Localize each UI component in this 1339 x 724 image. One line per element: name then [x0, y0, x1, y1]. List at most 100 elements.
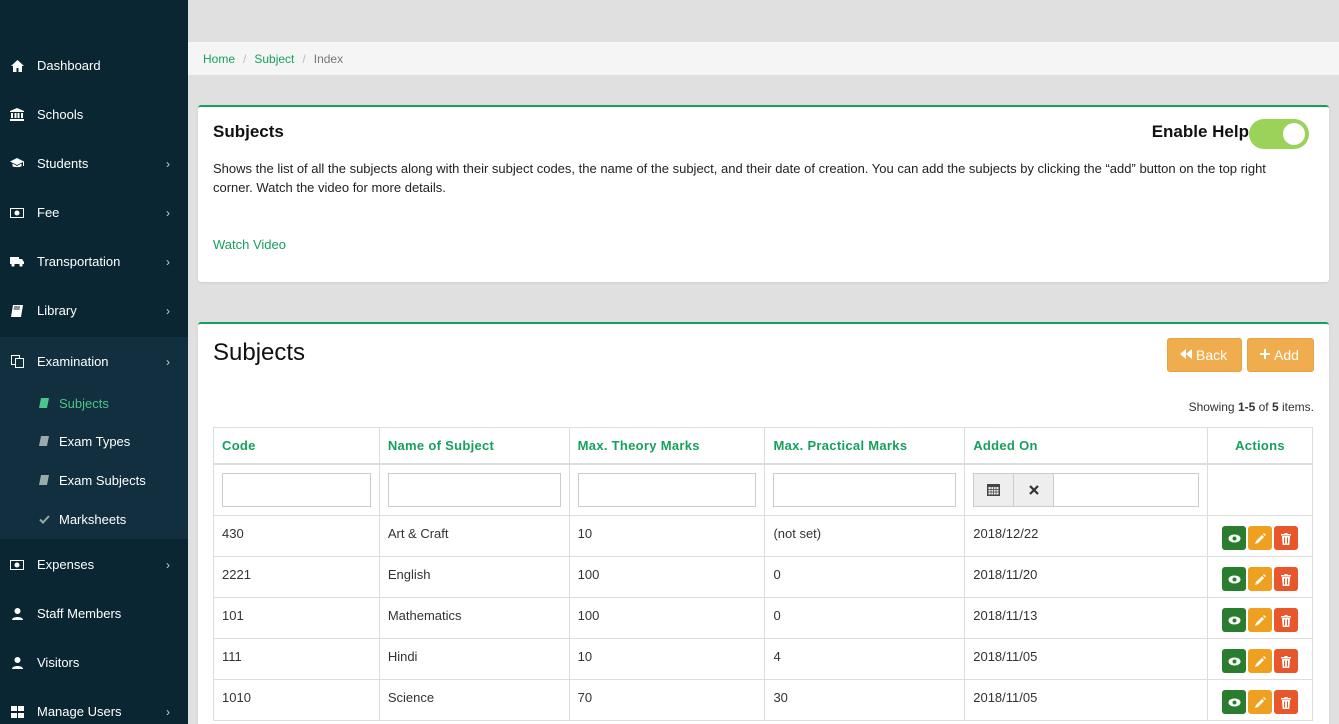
help-title: Subjects [213, 122, 284, 141]
sidebar-item-library[interactable]: Library › [0, 286, 188, 335]
view-button[interactable] [1222, 567, 1246, 591]
clear-icon[interactable] [1014, 473, 1055, 506]
theory-filter-input[interactable] [577, 472, 757, 507]
sidebar-subitem-subjects[interactable]: Subjects [0, 384, 188, 422]
cell-added-on: 2018/11/05 [964, 638, 1208, 680]
sidebar-item-dashboard[interactable]: Dashboard [0, 41, 188, 90]
breadcrumb-home[interactable]: Home [203, 52, 235, 66]
add-button-label: Add [1274, 347, 1299, 363]
delete-button[interactable] [1274, 567, 1298, 591]
eye-icon [1228, 657, 1240, 666]
eye-icon [1228, 534, 1240, 543]
add-button[interactable]: Add [1247, 338, 1314, 372]
practical-filter-input[interactable] [773, 472, 957, 507]
name-filter-input[interactable] [387, 472, 561, 507]
view-button[interactable] [1222, 649, 1246, 673]
cell-code: 111 [213, 638, 380, 680]
summary-range: 1-5 [1237, 400, 1256, 414]
watch-video-link[interactable]: Watch Video [213, 237, 286, 252]
toggle-knob [1283, 123, 1305, 145]
sidebar-item-label: Schools [37, 107, 84, 122]
filter-row [213, 463, 1313, 516]
cell-name: Art & Craft [378, 515, 570, 557]
cell-actions [1207, 556, 1313, 598]
cell-actions [1207, 638, 1313, 680]
sidebar-item-transportation[interactable]: Transportation › [0, 237, 188, 286]
cell-practical: (not set) [764, 515, 966, 557]
sidebar-item-staff-members[interactable]: Staff Members [0, 589, 188, 638]
summary-total: 5 [1271, 400, 1279, 414]
cell-code: 430 [213, 515, 380, 557]
back-button[interactable]: Back [1167, 338, 1242, 372]
column-header-name[interactable]: Name of Subject [378, 427, 570, 465]
delete-button[interactable] [1274, 649, 1298, 673]
graduation-cap-icon [10, 157, 24, 171]
trash-icon [1281, 614, 1291, 627]
back-button-label: Back [1196, 347, 1228, 363]
book-icon [38, 475, 50, 485]
cell-added-on: 2018/12/22 [964, 515, 1208, 557]
sidebar-item-label: Transportation [37, 254, 121, 269]
sidebar-item-examination[interactable]: Examination › [0, 337, 188, 386]
chevron-right-icon: › [166, 156, 170, 171]
table-row: 1010 Science 70 30 2018/11/05 [213, 679, 1313, 721]
cell-theory: 10 [568, 515, 766, 557]
sidebar-item-manage-users[interactable]: Manage Users › [0, 687, 188, 724]
cell-added-on: 2018/11/13 [964, 597, 1208, 639]
eye-icon [1228, 616, 1240, 625]
cell-theory: 10 [568, 638, 766, 680]
edit-button[interactable] [1248, 526, 1272, 550]
pencil-icon [1254, 533, 1266, 545]
view-button[interactable] [1222, 526, 1246, 550]
delete-button[interactable] [1274, 690, 1298, 714]
cell-name: Mathematics [378, 597, 570, 639]
pencil-icon [1254, 615, 1266, 627]
user-icon [10, 607, 24, 621]
column-header-added-on[interactable]: Added On [964, 427, 1208, 465]
sidebar-subitem-marksheets[interactable]: Marksheets [0, 500, 188, 538]
edit-button[interactable] [1248, 608, 1272, 632]
view-button[interactable] [1222, 608, 1246, 632]
sidebar-subitem-exam-types[interactable]: Exam Types [0, 422, 188, 460]
sidebar-item-label: Visitors [37, 655, 80, 670]
grid-icon [10, 705, 24, 719]
delete-button[interactable] [1274, 526, 1298, 550]
plus-icon [1260, 348, 1270, 362]
chevron-right-icon: › [166, 704, 170, 719]
edit-button[interactable] [1248, 690, 1272, 714]
sidebar-item-students[interactable]: Students › [0, 139, 188, 188]
edit-button[interactable] [1248, 567, 1272, 591]
money-icon [10, 558, 24, 572]
edit-button[interactable] [1248, 649, 1272, 673]
cell-code: 1010 [213, 679, 380, 721]
cell-actions [1207, 515, 1313, 557]
sidebar-item-label: Library [37, 303, 77, 318]
cell-theory: 100 [568, 556, 766, 598]
date-filter [973, 472, 1199, 507]
sidebar-item-schools[interactable]: Schools [0, 90, 188, 139]
breadcrumb-subject[interactable]: Subject [254, 52, 294, 66]
table-header-row: Code Name of Subject Max. Theory Marks M… [213, 427, 1313, 465]
view-button[interactable] [1222, 690, 1246, 714]
sidebar-item-expenses[interactable]: Expenses › [0, 540, 188, 589]
cell-practical: 30 [764, 679, 966, 721]
sidebar-item-label: Manage Users [37, 704, 122, 719]
column-header-practical[interactable]: Max. Practical Marks [764, 427, 966, 465]
cell-name: Hindi [378, 638, 570, 680]
cell-name: Science [378, 679, 570, 721]
code-filter-input[interactable] [222, 472, 371, 507]
sidebar-item-visitors[interactable]: Visitors [0, 638, 188, 687]
column-header-code[interactable]: Code [213, 427, 380, 465]
bank-icon [10, 108, 24, 122]
table-row: 430 Art & Craft 10 (not set) 2018/12/22 [213, 515, 1313, 557]
date-filter-input[interactable] [1054, 473, 1198, 506]
delete-button[interactable] [1274, 608, 1298, 632]
cell-code: 2221 [213, 556, 380, 598]
backward-icon [1180, 348, 1192, 362]
help-description: Shows the list of all the subjects along… [213, 161, 1266, 195]
sidebar-item-fee[interactable]: Fee › [0, 188, 188, 237]
sidebar-subitem-exam-subjects[interactable]: Exam Subjects [0, 461, 188, 499]
column-header-theory[interactable]: Max. Theory Marks [568, 427, 766, 465]
calendar-icon[interactable] [974, 473, 1015, 506]
enable-help-toggle[interactable] [1249, 119, 1309, 149]
